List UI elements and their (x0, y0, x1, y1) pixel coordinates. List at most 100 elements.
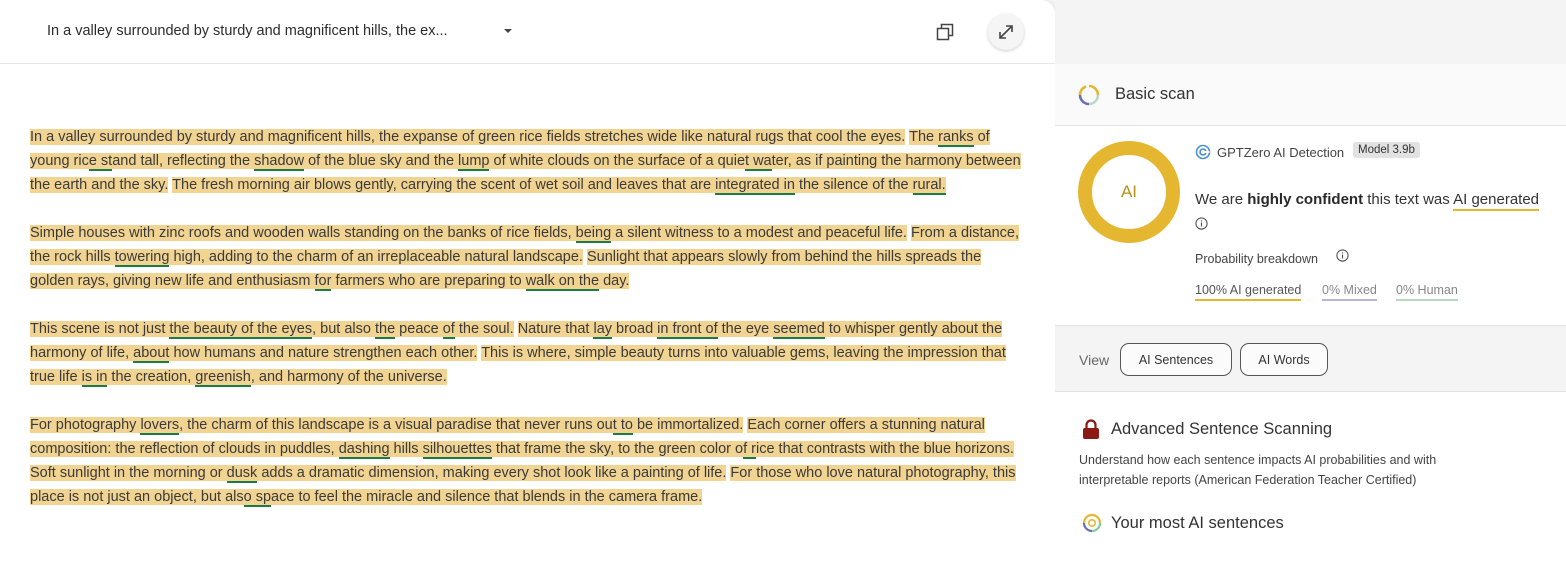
flagged-phrase: lump (458, 153, 490, 171)
sentence-text: how humans and nature strengthen each ot… (169, 345, 478, 361)
sentence-text: , but also (312, 321, 375, 337)
flagged-phrase: f r (743, 441, 756, 459)
flagged-phrase: of (442, 321, 455, 339)
flagged-phrase: silhouettes (422, 441, 492, 459)
sentence-text: This scene is not just (30, 321, 170, 337)
sentence-text: Nature that (517, 321, 594, 337)
expand-arrows-icon (999, 25, 1013, 39)
flagged-phrase: rural. (912, 177, 946, 195)
flagged-phrase: towering (114, 249, 170, 267)
confidence-result: AI generated (1453, 191, 1540, 211)
flagged-phrase: in front of (657, 321, 718, 339)
flagged-phrase: for (314, 273, 332, 291)
info-icon[interactable] (1195, 217, 1208, 230)
sentence-text: The fresh morning air blows gently, carr… (172, 177, 716, 193)
probability-mixed[interactable]: 0% Mixed (1322, 283, 1377, 301)
flagged-phrase: is in (81, 369, 108, 387)
editor-text-area[interactable]: In a valley surrounded by sturdy and mag… (30, 125, 1025, 533)
sentence-text: of white clouds on the surface of a quie (489, 153, 746, 169)
highlighted-sentence[interactable]: In a valley surrounded by sturdy and mag… (30, 129, 906, 145)
most-ai-sentences-title: Your most AI sentences (1111, 514, 1284, 532)
view-toggle-row: View AI Sentences AI Words (1055, 326, 1566, 392)
detector-name: GPTZero AI Detection (1217, 145, 1345, 160)
probability-ai[interactable]: 100% AI generated (1195, 283, 1302, 301)
flagged-phrase: o sp (243, 489, 272, 507)
advanced-title: Advanced Sentence Scanning (1111, 420, 1333, 438)
highlighted-sentence[interactable]: Soft sunlight in the morning or dusk add… (30, 465, 727, 483)
advanced-description: Understand how each sentence impacts AI … (1079, 453, 1437, 487)
caret-down-icon[interactable] (501, 22, 515, 40)
sentence-text: the soul. (454, 321, 514, 337)
view-label: View (1079, 352, 1110, 368)
sentence-text: hills (389, 441, 423, 457)
ai-result-card: AI GPTZero AI Detection Model 3.9b We ar… (1055, 126, 1566, 326)
sentence-text: that frame the sky, to the green color o (491, 441, 744, 457)
highlighted-sentence[interactable]: Simple houses with zinc roofs and wooden… (30, 225, 907, 243)
gptzero-logo-icon (1195, 144, 1211, 160)
sentence-text: The (909, 129, 939, 145)
flagged-phrase: lay (593, 321, 613, 339)
gptzero-ring-icon (1082, 513, 1102, 533)
sentence-text: Soft sunlight in the morning or (30, 465, 227, 481)
text-paragraph: Simple houses with zinc roofs and wooden… (30, 221, 1025, 293)
sentence-text: of the blue sky and the (304, 153, 459, 169)
flagged-phrase: ranks (938, 129, 974, 147)
sentence-text: and tall, reflecting the (112, 153, 255, 169)
flagged-phrase: dusk (226, 465, 258, 483)
text-paragraph: In a valley surrounded by sturdy and mag… (30, 125, 1025, 197)
sentence-text: broad (612, 321, 658, 337)
ai-words-button[interactable]: AI Words (1240, 343, 1328, 376)
sentence-text: the eye (717, 321, 774, 337)
flagged-phrase: about (133, 345, 170, 363)
confidence-middle: this text was (1363, 191, 1454, 208)
ai-score-ring: AI (1078, 141, 1180, 243)
flagged-phrase: e st (88, 153, 113, 171)
confidence-strong: highly confident (1247, 191, 1364, 208)
sentence-text: the creation, (107, 369, 196, 385)
info-icon[interactable] (1336, 249, 1349, 262)
flagged-phrase: t wa (745, 153, 772, 171)
editor-panel: In a valley surrounded by sturdy and mag… (0, 0, 1055, 564)
text-paragraph: This scene is not just the beauty of the… (30, 317, 1025, 389)
flagged-phrase: t to (612, 417, 633, 435)
sentence-text: Simple houses with zinc roofs and wooden… (30, 225, 576, 241)
document-title[interactable]: In a valley surrounded by sturdy and mag… (47, 23, 448, 39)
sentence-text: the silence of the (794, 177, 913, 193)
sentence-text: be immortalized. (632, 417, 744, 433)
text-paragraph: For photography lovers, the charm of thi… (30, 413, 1025, 509)
flagged-phrase: being (575, 225, 612, 243)
flagged-phrase: dashing (338, 441, 390, 459)
sentence-text: In a valley surrounded by sturdy and mag… (30, 129, 906, 145)
probability-human[interactable]: 0% Human (1396, 283, 1458, 301)
highlighted-sentence[interactable]: For photography lovers, the charm of thi… (30, 417, 744, 435)
confidence-statement: We are highly confident this text was AI… (1195, 191, 1540, 211)
highlighted-sentence[interactable]: The fresh morning air blows gently, carr… (172, 177, 946, 195)
basic-scan-label: Basic scan (1115, 85, 1195, 103)
ai-ring-label: AI (1120, 182, 1138, 201)
highlighted-sentence[interactable]: This scene is not just the beauty of the… (30, 321, 514, 339)
advanced-scanning-section: Advanced Sentence Scanning Understand ho… (1055, 392, 1566, 564)
sentence-text: peace (395, 321, 443, 337)
results-panel: Basic scan AI GPTZero AI Detection Model… (1055, 0, 1566, 564)
model-badge: Model 3.9b (1353, 142, 1420, 158)
flagged-phrase: the beauty of the eyes (169, 321, 313, 339)
lock-icon (1083, 419, 1099, 439)
ai-sentences-button[interactable]: AI Sentences (1120, 343, 1232, 376)
sentence-text: day. (599, 273, 630, 289)
copy-icon[interactable] (932, 19, 958, 45)
flagged-phrase: the (374, 321, 396, 339)
expand-button[interactable] (988, 14, 1024, 50)
sentence-text: high, adding to the charm of an irreplac… (169, 249, 583, 265)
sentence-text: ice that contrasts with the blue horizon… (755, 441, 1014, 457)
sentence-text: a silent witness to a modest and peacefu… (611, 225, 907, 241)
probability-breakdown-title: Probability breakdown (1195, 252, 1318, 266)
sentence-text: adds a dramatic dimension, making every … (257, 465, 727, 481)
spinner-ring-icon (1078, 84, 1100, 106)
flagged-phrase: greenish (195, 369, 251, 387)
sentence-text: ace to feel the miracle and silence that… (271, 489, 703, 505)
flagged-phrase: shadow (254, 153, 305, 171)
flagged-phrase: walk on the (525, 273, 600, 291)
basic-scan-header: Basic scan (1055, 64, 1566, 126)
sentence-text: , and harmony of the universe. (250, 369, 447, 385)
sentence-text: For photography (30, 417, 141, 433)
